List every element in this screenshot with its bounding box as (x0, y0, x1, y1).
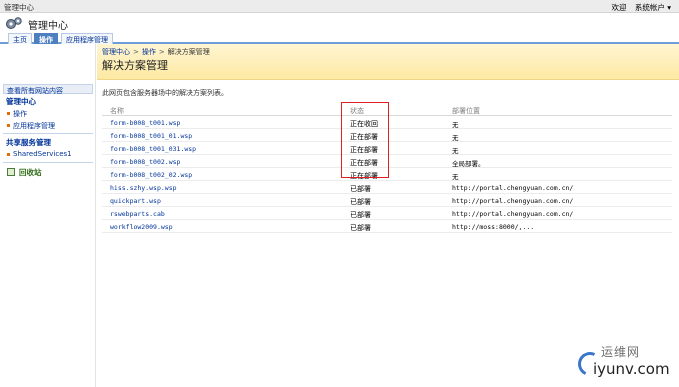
tab-application-management[interactable]: 应用程序管理 (61, 33, 113, 44)
nav-heading-shared-services[interactable]: 共享服务管理 (3, 137, 93, 148)
solution-name-link[interactable]: form-b008_t002_02.wsp (110, 171, 192, 179)
solution-location: http://portal.chengyuan.com.cn/ (452, 197, 574, 205)
solution-location: http://portal.chengyuan.com.cn/ (452, 210, 574, 218)
breadcrumb-separator: > (158, 48, 165, 56)
main-content: 管理中心 > 操作 > 解决方案管理 解决方案管理 此网页包含服务器场中的解决方案列表。… (97, 44, 679, 387)
solution-location: 无 (452, 173, 459, 181)
recycle-bin-icon (7, 168, 15, 176)
tab-home[interactable]: 主页 (8, 33, 32, 44)
solution-name-link[interactable]: form-b008_t002.wsp (110, 158, 180, 166)
solution-status: 已部署 (350, 211, 371, 219)
welcome-text: 欢迎 (611, 3, 627, 12)
solution-location: 无 (452, 134, 459, 142)
user-menu[interactable]: 欢迎 系统帐户 ▾ (605, 2, 671, 13)
watermark-logo: 运维网 iyunv.com (574, 343, 675, 385)
solution-name-link[interactable]: quickpart.wsp (110, 197, 161, 205)
header: 管理中心 (0, 13, 679, 33)
solution-location: 全局部署。 (452, 160, 485, 168)
nav-divider (3, 162, 93, 163)
solution-location: http://portal.chengyuan.com.cn/ (452, 184, 574, 192)
breadcrumb-operations[interactable]: 操作 (142, 48, 156, 56)
breadcrumb-current: 解决方案管理 (167, 48, 210, 56)
recycle-bin-label: 回收站 (19, 168, 42, 177)
top-bar: 管理中心 欢迎 系统帐户 ▾ (0, 0, 679, 13)
table-row: hiss.szhy.wsp.wsp 已部署 http://portal.chen… (102, 182, 672, 194)
page-title: 解决方案管理 (102, 59, 168, 72)
app-title: 管理中心 (28, 21, 68, 32)
watermark-text-cn: 运维网 (601, 345, 641, 359)
breadcrumb-central-admin[interactable]: 管理中心 (102, 48, 130, 56)
site-title: 管理中心 (4, 3, 34, 12)
top-nav-tabs: 主页 操作 应用程序管理 (0, 33, 679, 44)
solution-name-link[interactable]: form-b008_t001_031.wsp (110, 145, 196, 153)
nav-item-sharedservices1[interactable]: SharedServices1 (3, 150, 93, 158)
page-description: 此网页包含服务器场中的解决方案列表。 (102, 89, 228, 97)
left-navigation: 查看所有网站内容 管理中心 操作 应用程序管理 共享服务管理 SharedSer… (0, 44, 96, 387)
solution-location: http://moss:8000/,... (452, 223, 535, 231)
admin-gears-icon (6, 17, 22, 29)
solution-name-link[interactable]: workflow2009.wsp (110, 223, 173, 231)
solution-name-link[interactable]: form-b008_t001_01.wsp (110, 132, 192, 140)
solution-name-link[interactable]: rswebparts.cab (110, 210, 165, 218)
solution-name-link[interactable]: hiss.szhy.wsp.wsp (110, 184, 177, 192)
tab-operations[interactable]: 操作 (34, 33, 58, 44)
nav-item-operations[interactable]: 操作 (3, 109, 93, 119)
page-title-area: 管理中心 > 操作 > 解决方案管理 解决方案管理 (97, 44, 679, 80)
recycle-bin-link[interactable]: 回收站 (4, 167, 93, 178)
status-highlight-box (341, 102, 389, 178)
view-all-site-content-link[interactable]: 查看所有网站内容 (3, 84, 93, 95)
table-row: quickpart.wsp 已部署 http://portal.chengyua… (102, 195, 672, 207)
table-row: rswebparts.cab 已部署 http://portal.chengyu… (102, 208, 672, 220)
account-dropdown[interactable]: 系统帐户 ▾ (635, 3, 671, 12)
table-row: workflow2009.wsp 已部署 http://moss:8000/,.… (102, 221, 672, 233)
watermark-text-en: iyunv.com (593, 360, 670, 378)
solution-location: 无 (452, 147, 459, 155)
nav-item-application-management[interactable]: 应用程序管理 (3, 121, 93, 131)
solution-name-link[interactable]: form-b008_t001.wsp (110, 119, 180, 127)
breadcrumb: 管理中心 > 操作 > 解决方案管理 (102, 47, 210, 57)
nav-divider (3, 133, 93, 134)
solution-status: 已部署 (350, 198, 371, 206)
solution-location: 无 (452, 121, 459, 129)
breadcrumb-separator: > (133, 48, 139, 56)
nav-heading-central-admin[interactable]: 管理中心 (3, 96, 93, 107)
solution-status: 已部署 (350, 224, 371, 232)
solution-status: 已部署 (350, 185, 371, 193)
